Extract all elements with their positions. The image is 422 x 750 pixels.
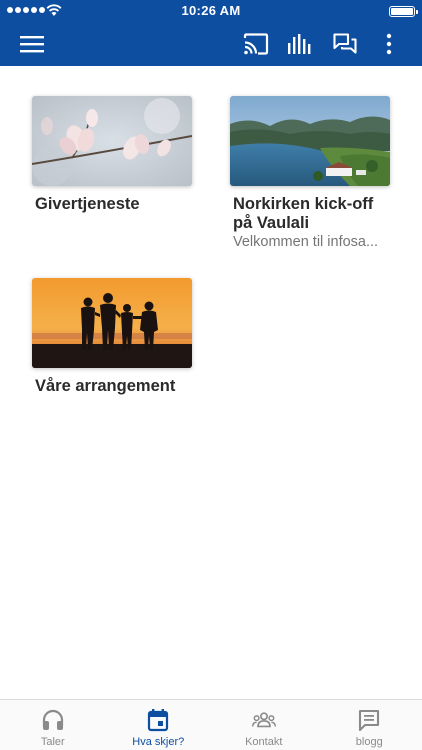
headphones-icon [42,709,63,730]
card-title: Våre arrangement [35,377,176,395]
tab-taler[interactable]: Taler [0,700,106,750]
tab-blogg[interactable]: blogg [317,700,422,750]
tab-label: blogg [355,736,383,748]
card-image-magnolia [32,96,192,186]
card-vare-arrangement[interactable]: Våre arrangement [32,278,194,396]
app-bar [0,22,422,66]
card-title: Givertjeneste [35,195,140,213]
tab-hva-skjer[interactable]: Hva skjer? [106,700,212,750]
bottom-navigation: Taler Hva skjer? Kontakt blogg [0,699,422,750]
status-bar: 10:26 AM [0,0,422,22]
menu-icon [20,36,44,53]
card-image-family-sunset [32,278,192,368]
card-givertjeneste[interactable]: Givertjeneste [32,96,194,214]
battery-icon [389,6,418,17]
tab-label: Taler [40,736,65,748]
cast-icon [243,33,269,55]
more-vert-icon [386,33,392,55]
tab-label: Kontakt [245,736,283,748]
tab-kontakt[interactable]: Kontakt [211,700,317,750]
tab-label: Hva skjer? [132,736,185,748]
menu-button[interactable] [12,22,52,66]
equalizer-button[interactable] [280,22,320,66]
chat-icon [333,33,357,54]
people-icon [251,712,276,728]
calendar-icon [148,709,169,732]
card-image-lake-landscape [230,96,390,186]
more-options-button[interactable] [369,22,409,66]
equalizer-icon [288,34,311,54]
comment-icon [359,709,380,732]
cast-button[interactable] [236,22,276,66]
card-norkirken-kick-off[interactable]: Norkirken kick-off på Vaulali Velkommen … [230,96,392,251]
card-title: Norkirken kick-off på Vaulali [233,195,374,232]
chat-button[interactable] [325,22,365,66]
status-time: 10:26 AM [181,3,241,18]
card-subtitle: Velkommen til infosa... [233,234,379,250]
